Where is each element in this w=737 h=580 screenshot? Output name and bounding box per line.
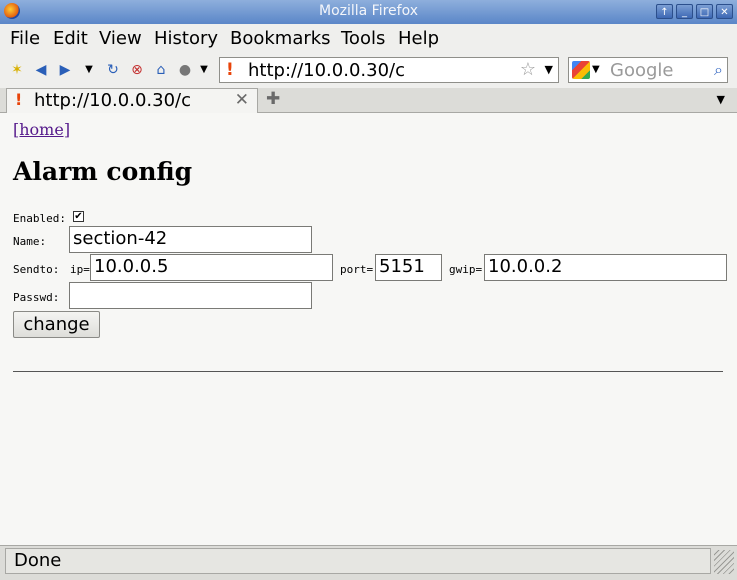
url-input[interactable]: http://10.0.0.30/c [248,60,405,81]
bookmark-page-star-icon[interactable]: ☆ [520,59,536,80]
tab-title: http://10.0.0.30/c [34,90,191,111]
gwip-label: gwip= [449,263,483,276]
history-dropdown-icon[interactable]: ▼ [80,61,98,79]
globe-dropdown-icon[interactable]: ▼ [195,61,213,79]
window-title: Mozilla Firefox [318,3,419,19]
status-bar: Done [0,545,737,580]
change-button[interactable]: change [13,311,100,338]
port-label: port= [340,263,374,276]
window-maximize-button[interactable]: □ [696,4,713,19]
page-content: [home] Alarm config Enabled: ✔ Name: sec… [0,113,737,545]
reload-icon[interactable]: ↻ [104,61,122,79]
name-label: Name: [13,235,47,248]
search-engine-dropdown-icon[interactable]: ▼ [592,64,600,75]
menu-bookmarks[interactable]: Bookmarks [230,28,331,49]
home-link[interactable]: [home] [13,120,70,139]
tab-warning-icon: ! [15,90,23,109]
menu-view[interactable]: View [99,28,142,49]
name-input[interactable]: section-42 [69,226,312,253]
menu-help[interactable]: Help [398,28,439,49]
home-icon[interactable]: ⌂ [152,61,170,79]
search-input[interactable]: Google [610,60,673,81]
new-tab-icon[interactable]: ✚ [266,89,280,109]
passwd-input[interactable] [69,282,312,309]
url-bar[interactable]: ! http://10.0.0.30/c ☆ ▼ [219,57,559,83]
window-shade-button[interactable]: ↑ [656,4,673,19]
status-text: Done [14,550,62,571]
tab-list-dropdown-icon[interactable]: ▼ [717,93,725,106]
enabled-label: Enabled: [13,212,66,225]
menu-history[interactable]: History [154,28,218,49]
google-engine-icon[interactable] [572,61,590,79]
horizontal-rule [13,371,723,372]
site-warning-icon: ! [226,60,234,80]
passwd-label: Passwd: [13,291,60,304]
tab-bar: ! http://10.0.0.30/c ✕ ✚ ▼ [0,88,737,113]
menu-bar: File Edit View History Bookmarks Tools H… [0,24,737,52]
gwip-input[interactable]: 10.0.0.2 [484,254,727,281]
stop-icon[interactable]: ⊗ [128,61,146,79]
sendto-label: Sendto: [13,263,60,276]
search-magnifier-icon[interactable]: ⌕ [714,60,723,80]
tab-active[interactable]: ! http://10.0.0.30/c ✕ [6,88,258,113]
enabled-checkbox[interactable]: ✔ [73,211,84,222]
status-panel: Done [5,548,711,574]
title-bar: Mozilla Firefox ↑ _ □ ✕ [0,0,737,24]
tab-close-icon[interactable]: ✕ [235,90,249,110]
menu-file[interactable]: File [10,28,40,49]
window-close-button[interactable]: ✕ [716,4,733,19]
menu-tools[interactable]: Tools [341,28,385,49]
forward-icon[interactable]: ▶ [56,61,74,79]
ip-label: ip= [70,263,90,276]
ip-input[interactable]: 10.0.0.5 [90,254,333,281]
bookmark-star-icon[interactable]: ✶ [8,61,26,79]
window-minimize-button[interactable]: _ [676,4,693,19]
search-box[interactable]: ▼ Google ⌕ [568,57,728,83]
port-input[interactable]: 5151 [375,254,442,281]
page-heading: Alarm config [13,157,193,186]
globe-icon[interactable]: ● [176,61,194,79]
menu-edit[interactable]: Edit [53,28,88,49]
url-dropdown-icon[interactable]: ▼ [545,63,553,76]
back-icon[interactable]: ◀ [32,61,50,79]
resize-grip-icon[interactable] [714,550,734,574]
